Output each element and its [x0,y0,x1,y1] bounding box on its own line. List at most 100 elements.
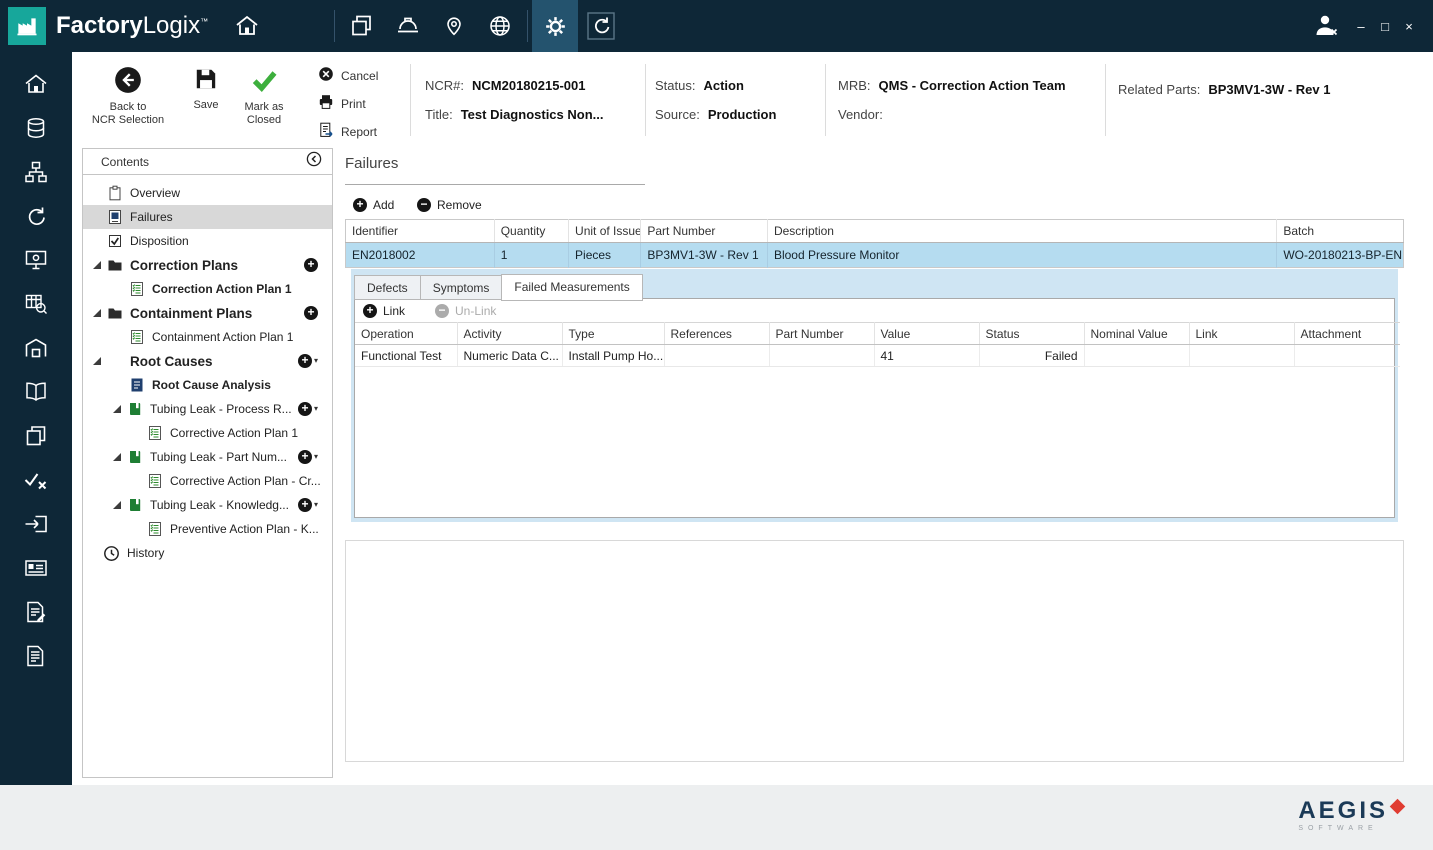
tab-defects[interactable]: Defects [354,275,420,300]
sidebar-copy-icon[interactable] [0,414,72,458]
column-header-status[interactable]: Status [979,323,1084,345]
column-header-operation[interactable]: Operation [355,323,457,345]
contents-tree: Overview Failures Disposition Correction… [83,175,332,565]
maximize-button[interactable]: □ [1373,19,1397,34]
tree-item-overview[interactable]: Overview [83,181,332,205]
add-failure-button[interactable]: Add [353,198,394,212]
tree-item-correction-action-plan-1[interactable]: Correction Action Plan 1 [83,277,332,301]
add-plan-button[interactable]: ▾ [298,498,318,512]
tab-symptoms[interactable]: Symptoms [420,275,502,300]
column-header-quantity[interactable]: Quantity [494,220,568,243]
column-header-batch[interactable]: Batch [1277,220,1404,243]
add-plan-button[interactable] [304,258,318,272]
remove-failure-button[interactable]: Remove [417,198,482,212]
sidebar-monitor-icon[interactable] [0,238,72,282]
related-parts-value: BP3MV1-3W - Rev 1 [1208,82,1330,97]
save-button[interactable]: Save [182,66,230,112]
sidebar-database-icon[interactable] [0,106,72,150]
link-button[interactable]: Link [363,304,405,318]
globe-icon[interactable] [477,0,523,52]
tree-item-failures[interactable]: Failures [83,205,332,229]
cancel-button[interactable]: Cancel [318,66,378,85]
column-header-unit-of-issue[interactable]: Unit of Issue [569,220,641,243]
sidebar-book-icon[interactable] [0,370,72,414]
sidebar-document-edit2-icon[interactable] [0,634,72,678]
column-header-type[interactable]: Type [562,323,664,345]
sidebar-export-box-icon[interactable] [0,502,72,546]
expander-icon[interactable] [93,309,101,317]
minimize-button[interactable]: – [1349,19,1373,34]
sidebar-id-card-icon[interactable] [0,546,72,590]
close-button[interactable]: × [1397,19,1421,34]
expander-icon[interactable] [93,261,101,269]
gear-icon[interactable] [532,0,578,52]
history-box-icon[interactable] [578,0,624,52]
tree-item-disposition[interactable]: Disposition [83,229,332,253]
tree-item-containment-action-plan-1[interactable]: Containment Action Plan 1 [83,325,332,349]
sidebar-check-x-icon[interactable] [0,458,72,502]
tree-item-corrective-action-plan-1[interactable]: Corrective Action Plan 1 [83,421,332,445]
vendor-label: Vendor: [838,107,883,122]
column-header-description[interactable]: Description [767,220,1276,243]
tree-item-tubing-leak-knowledge[interactable]: Tubing Leak - Knowledg... ▾ [83,493,332,517]
sidebar-org-chart-icon[interactable] [0,150,72,194]
sidebar-table-search-icon[interactable] [0,282,72,326]
column-header-value[interactable]: Value [874,323,979,345]
column-header-nominal-value[interactable]: Nominal Value [1084,323,1189,345]
add-plan-button[interactable] [304,306,318,320]
hardhat-icon[interactable] [385,0,431,52]
column-header-part-number[interactable]: Part Number [769,323,874,345]
cell-nominal-value [1084,345,1189,367]
sidebar-building-icon[interactable] [0,326,72,370]
tab-failed-measurements[interactable]: Failed Measurements [501,274,642,301]
mark-as-closed-button[interactable]: Mark as Closed [232,66,296,127]
tree-item-history[interactable]: History [83,541,332,565]
cancel-icon [318,66,334,85]
expander-icon[interactable] [113,501,121,509]
column-header-activity[interactable]: Activity [457,323,562,345]
column-header-part-number[interactable]: Part Number [641,220,768,243]
tree-item-preventive-action-plan[interactable]: Preventive Action Plan - K... [83,517,332,541]
tree-item-correction-plans[interactable]: Correction Plans [83,253,332,277]
measurement-row[interactable]: Functional Test Numeric Data C... Instal… [355,345,1400,367]
collapse-panel-icon[interactable] [306,151,322,172]
titlebar: FactoryLogix™ – □ × [0,0,1433,52]
report-button[interactable]: Report [318,122,377,141]
sidebar-document-edit-icon[interactable] [0,590,72,634]
tree-item-root-cause-analysis[interactable]: Root Cause Analysis [83,373,332,397]
tree-item-containment-plans[interactable]: Containment Plans [83,301,332,325]
add-plan-button[interactable]: ▾ [298,450,318,464]
main-area: Back to NCR Selection Save Mark as Close… [72,52,1433,785]
home-icon[interactable] [224,0,270,52]
column-header-references[interactable]: References [664,323,769,345]
tree-item-tubing-leak-part[interactable]: Tubing Leak - Part Num... ▾ [83,445,332,469]
tree-item-tubing-leak-process[interactable]: Tubing Leak - Process R... ▾ [83,397,332,421]
expander-icon[interactable] [113,405,121,413]
user-logout-icon[interactable] [1303,0,1349,52]
divider [1105,64,1106,136]
knowledge-book-icon [127,449,143,465]
failure-row-selected[interactable]: EN2018002 1 Pieces BP3MV1-3W - Rev 1 Blo… [346,243,1404,268]
column-header-link[interactable]: Link [1189,323,1294,345]
sidebar-home-icon[interactable] [0,62,72,106]
detail-tabs: Defects Symptoms Failed Measurements [354,274,643,300]
column-header-identifier[interactable]: Identifier [346,220,495,243]
expander-icon[interactable] [113,453,121,461]
cell-part-number: BP3MV1-3W - Rev 1 [641,243,768,268]
tree-item-root-causes[interactable]: Root Causes ▾ [83,349,332,373]
tree-item-label: Preventive Action Plan - K... [170,522,319,536]
chevron-down-icon: ▾ [314,453,318,461]
sidebar-rotate-icon[interactable] [0,194,72,238]
tree-item-corrective-action-plan-cr[interactable]: Corrective Action Plan - Cr... [83,469,332,493]
expander-icon[interactable] [93,357,101,365]
tree-item-label: Tubing Leak - Knowledg... [150,498,289,512]
back-to-ncr-selection-button[interactable]: Back to NCR Selection [84,66,172,127]
layers-icon[interactable] [339,0,385,52]
unlink-button[interactable]: Un-Link [435,304,496,318]
column-header-attachment[interactable]: Attachment [1294,323,1400,345]
location-pin-icon[interactable] [431,0,477,52]
print-button[interactable]: Print [318,94,366,113]
add-root-cause-button[interactable]: ▾ [298,354,318,368]
add-plan-button[interactable]: ▾ [298,402,318,416]
cell-batch: WO-20180213-BP-EN [1277,243,1404,268]
